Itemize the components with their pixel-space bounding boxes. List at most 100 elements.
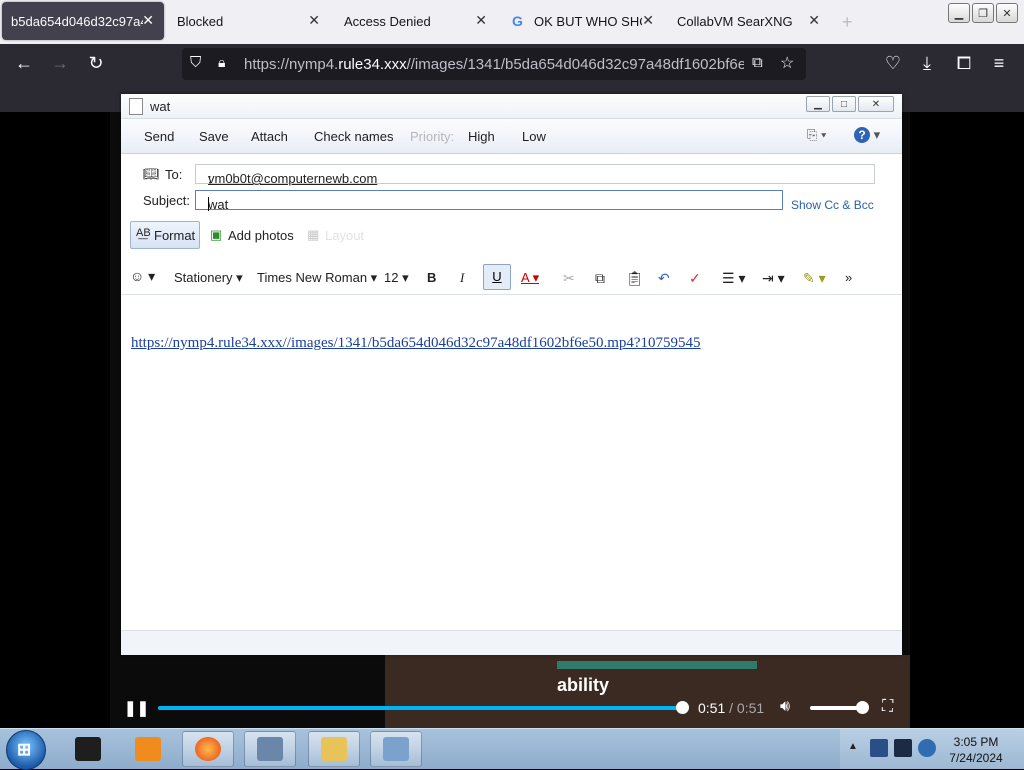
lock-icon[interactable]: 🔒︎: [218, 54, 225, 71]
start-button[interactable]: ⊞: [6, 730, 46, 770]
priority-high-button[interactable]: High: [468, 129, 495, 144]
paste-icon[interactable]: 📋︎: [626, 270, 644, 287]
url-bar[interactable]: ⛉ 🔒︎ https://nymp4.rule34.xxx//images/13…: [182, 48, 806, 80]
more-options-button[interactable]: »: [845, 270, 852, 285]
tab-blocked[interactable]: Blocked ✕: [168, 2, 330, 40]
priority-low-button[interactable]: Low: [522, 129, 546, 144]
back-arrow-icon[interactable]: ←: [13, 53, 35, 74]
picture-in-picture-icon[interactable]: ⧉: [752, 54, 763, 71]
check-names-button[interactable]: Check names: [314, 129, 393, 144]
stationery-label: Stationery: [174, 270, 233, 285]
body-link[interactable]: https://nymp4.rule34.xxx//images/1341/b5…: [131, 335, 701, 352]
font-family-value: Times New Roman: [257, 270, 368, 285]
taskbar-app-media-player[interactable]: [122, 731, 174, 767]
close-icon[interactable]: ✕: [858, 96, 894, 112]
save-button[interactable]: Save: [199, 129, 229, 144]
format-icon: A͟B: [136, 227, 151, 239]
time-readout: 0:51 / 0:51: [698, 700, 764, 716]
maximize-icon[interactable]: □: [832, 96, 856, 112]
reload-icon[interactable]: ↻: [85, 53, 107, 74]
pause-icon[interactable]: ❚❚: [124, 699, 149, 717]
mail-title-bar[interactable]: wat ▁ □ ✕: [121, 94, 902, 119]
bold-button[interactable]: B: [427, 270, 436, 285]
seek-bar[interactable]: [158, 706, 682, 710]
taskbar-app-firefox[interactable]: [182, 731, 234, 767]
tab-active-video[interactable]: b5da654d046d32c97a48 ✕: [2, 2, 164, 40]
font-size-dropdown[interactable]: 12 ▾: [384, 270, 409, 286]
message-body[interactable]: https://nymp4.rule34.xxx//images/1341/b5…: [121, 295, 902, 630]
volume-slider[interactable]: [810, 706, 862, 710]
format-tab-button[interactable]: A͟B Format: [130, 221, 200, 249]
volume-icon[interactable]: 🔊︎: [780, 698, 790, 716]
time-current: 0:51: [698, 700, 726, 716]
italic-button[interactable]: I: [460, 270, 464, 286]
network-icon[interactable]: [894, 739, 912, 757]
close-window-icon[interactable]: ✕: [996, 3, 1018, 23]
show-cc-bcc-link[interactable]: Show Cc & Bcc: [791, 198, 874, 212]
format-label: Format: [154, 228, 196, 243]
new-tab-plus-icon[interactable]: +: [842, 12, 853, 33]
volume-thumb[interactable]: [856, 701, 869, 714]
copy-icon[interactable]: ⧉: [595, 270, 605, 287]
close-icon[interactable]: ✕: [808, 12, 820, 29]
fullscreen-icon[interactable]: ⛶: [882, 698, 893, 716]
recipient-address[interactable]: vm0b0t@computernewb.com: [208, 171, 377, 186]
subject-input[interactable]: wat: [195, 190, 783, 212]
url-domain: rule34.xxx: [338, 56, 407, 73]
font-color-label: A: [521, 270, 529, 285]
taskbar-app-terminal[interactable]: [62, 731, 114, 767]
shield-icon[interactable]: ⛉: [190, 54, 201, 71]
underline-button[interactable]: U: [483, 264, 511, 290]
speaker-icon[interactable]: [918, 739, 936, 757]
help-button[interactable]: ? ▾: [854, 127, 880, 143]
window-controls: ▁ ❐ ✕: [948, 3, 1018, 23]
tab-access-denied[interactable]: Access Denied ✕: [335, 2, 497, 40]
address-book-icon[interactable]: 📖︎: [143, 166, 160, 182]
highlight-icon[interactable]: ✎ ▾: [803, 270, 826, 287]
menu-dropdown-icon[interactable]: ⎘ ▾: [807, 127, 826, 143]
stationery-dropdown[interactable]: Stationery ▾: [174, 270, 243, 286]
to-field[interactable]: vm0b0t@computernewb.com;: [195, 164, 875, 186]
emoticon-icon[interactable]: ☺ ▾: [130, 268, 155, 285]
attach-button[interactable]: Attach: [251, 129, 288, 144]
url-text[interactable]: https://nymp4.rule34.xxx//images/1341/b5…: [244, 56, 744, 73]
message-header: 📖︎ To: vm0b0t@computernewb.com; Subject:…: [121, 154, 902, 264]
tray-expand-icon[interactable]: ▲: [848, 741, 858, 752]
menu-icon[interactable]: ≡: [988, 53, 1010, 74]
taskbar-app-calculator[interactable]: [244, 731, 296, 767]
font-family-dropdown[interactable]: Times New Roman ▾: [257, 270, 377, 286]
extensions-icon[interactable]: ⧠: [953, 53, 975, 74]
restore-icon[interactable]: ❐: [972, 3, 994, 23]
font-color-button[interactable]: A ▾: [521, 270, 539, 286]
close-icon[interactable]: ✕: [308, 12, 320, 29]
taskbar-app-mail[interactable]: [370, 731, 422, 767]
action-center-icon[interactable]: [870, 739, 888, 757]
indent-icon[interactable]: ⇥ ▾: [762, 270, 785, 287]
document-icon: [129, 98, 143, 115]
tab-searxng[interactable]: CollabVM SearXNG ✕: [668, 2, 830, 40]
close-icon[interactable]: ✕: [642, 12, 654, 29]
close-icon[interactable]: ✕: [142, 12, 154, 29]
add-photos-button[interactable]: Add photos: [228, 228, 294, 243]
minimize-icon[interactable]: ▁: [948, 3, 970, 23]
undo-icon[interactable]: ↶: [658, 270, 670, 287]
star-icon[interactable]: ☆: [780, 53, 794, 73]
pocket-icon[interactable]: ♡: [882, 53, 904, 74]
send-button[interactable]: Send: [144, 129, 174, 144]
terminal-icon: [75, 737, 101, 761]
clock[interactable]: 3:05 PM 7/24/2024: [944, 734, 1008, 766]
list-icon[interactable]: ☰ ▾: [722, 270, 745, 287]
close-icon[interactable]: ✕: [475, 12, 487, 29]
spell-check-icon[interactable]: ✓: [689, 270, 701, 287]
mail-compose-window: wat ▁ □ ✕ Send Save Attach Check names P…: [121, 94, 902, 655]
seek-thumb[interactable]: [676, 701, 689, 714]
to-label[interactable]: To:: [165, 167, 182, 182]
minimize-icon[interactable]: ▁: [806, 96, 830, 112]
tab-google-search[interactable]: G OK BUT WHO SHOT ✕: [502, 2, 664, 40]
forward-arrow-icon[interactable]: →: [49, 53, 71, 74]
download-icon[interactable]: ⤓: [916, 53, 938, 74]
cut-icon[interactable]: ✂: [563, 270, 575, 287]
taskbar-app-explorer[interactable]: [308, 731, 360, 767]
video-overlay-bar: [557, 661, 757, 669]
add-photos-icon[interactable]: ▣: [210, 227, 222, 243]
